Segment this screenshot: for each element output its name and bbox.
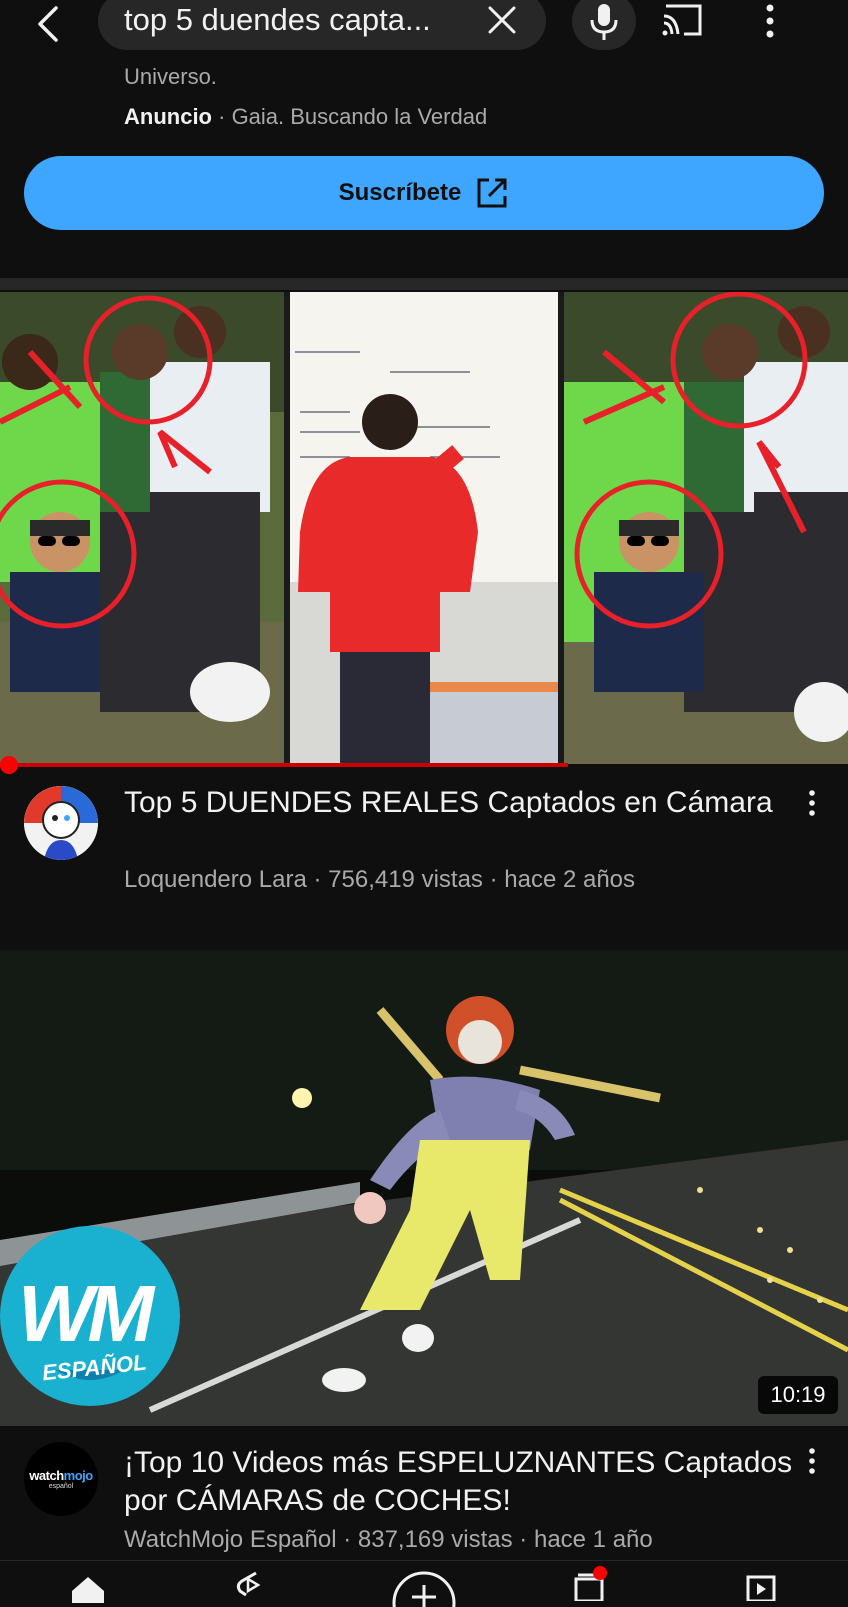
- ad-attribution: Anuncio · Gaia. Buscando la Verdad: [124, 104, 487, 130]
- video-thumbnail-2[interactable]: WM ESPAÑOL: [0, 950, 848, 1426]
- search-query[interactable]: top 5 duendes capta...: [124, 2, 431, 38]
- more-options-icon[interactable]: [760, 2, 780, 40]
- back-arrow-icon[interactable]: [30, 4, 70, 44]
- thumbnail-panel-students-left: [0, 292, 284, 764]
- watch-progress-bar: [0, 763, 569, 767]
- thumbnail-logo-text: WM: [18, 1269, 154, 1358]
- video-meta-1: Loquendero Lara · 756,419 vistas · hace …: [124, 866, 636, 893]
- ad-description: Universo.: [124, 64, 217, 89]
- thumbnail-panel-whiteboard: [290, 292, 558, 764]
- section-divider: [0, 278, 848, 290]
- clear-search-icon[interactable]: [484, 2, 520, 38]
- subscribe-button[interactable]: Suscríbete: [24, 156, 824, 230]
- video-thumbnail-1[interactable]: [0, 292, 848, 764]
- ad-advertiser[interactable]: Gaia. Buscando la Verdad: [232, 104, 488, 129]
- video-more-icon-1[interactable]: [806, 790, 818, 816]
- cast-icon[interactable]: [660, 2, 706, 38]
- library-icon[interactable]: [740, 1571, 780, 1601]
- video-duration-badge: 10:19: [758, 1376, 838, 1414]
- channel-avatar-1[interactable]: [24, 786, 98, 860]
- bottom-navigation: [0, 1560, 848, 1607]
- subscribe-button-label: Suscríbete: [338, 179, 462, 206]
- video-more-icon-2[interactable]: [806, 1448, 818, 1474]
- video-title-2[interactable]: ¡Top 10 Videos más ESPELUZNANTES Captado…: [124, 1444, 804, 1520]
- channel-logo-subtext: español: [48, 1483, 74, 1490]
- external-link-icon: [477, 178, 507, 208]
- channel-logo-text: watchmojo: [29, 1468, 93, 1483]
- video-title-1[interactable]: Top 5 DUENDES REALES Captados en Cámara: [124, 784, 784, 822]
- subscriptions-icon[interactable]: [570, 1565, 610, 1601]
- create-icon[interactable]: [388, 1567, 460, 1607]
- shorts-icon[interactable]: [232, 1571, 268, 1601]
- microphone-icon: [590, 4, 618, 40]
- ad-label: Anuncio: [124, 104, 212, 129]
- channel-avatar-2[interactable]: watchmojo español: [24, 1442, 98, 1516]
- video-meta-2: WatchMojo Español · 837,169 vistas · hac…: [124, 1526, 653, 1553]
- ad-separator: ·: [212, 104, 232, 129]
- watch-progress-marker: [0, 756, 18, 774]
- home-icon[interactable]: [68, 1575, 108, 1603]
- thumbnail-panel-students-right: [564, 292, 848, 764]
- voice-search-button[interactable]: [572, 0, 636, 50]
